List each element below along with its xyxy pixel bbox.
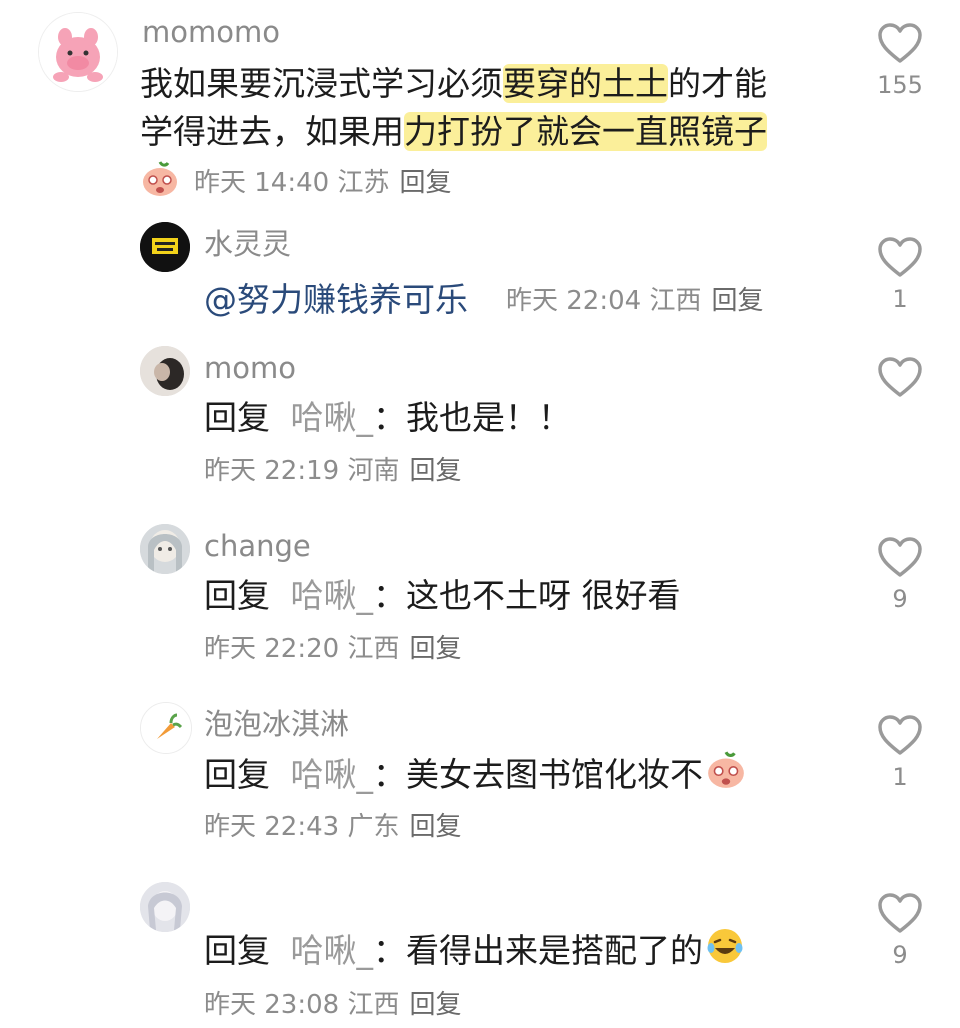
comment-time: 昨天 23:08 <box>204 990 340 1020</box>
laughing-tears-emoji-icon <box>705 926 745 979</box>
comment-location: 江西 <box>649 286 702 316</box>
avatar[interactable] <box>140 882 190 932</box>
comment-text: 的才能 <box>668 64 767 103</box>
comment-text-line-1: 我如果要沉浸式学习必须要穿的土土的才能 <box>140 60 767 108</box>
heart-outline-icon <box>878 237 922 277</box>
reply-prefix: 回复 <box>204 931 270 970</box>
like-button[interactable]: 9 <box>876 536 924 614</box>
reply-button[interactable]: 回复 <box>409 812 461 842</box>
comment-time: 昨天 22:04 <box>506 286 642 316</box>
comment-text: ：看得出来是搭配了的 <box>373 931 703 970</box>
like-count <box>876 404 924 434</box>
comment-time: 昨天 22:43 <box>204 812 340 842</box>
comment-username[interactable]: change <box>204 528 311 564</box>
comment-meta: 昨天 23:08 江西 回复 <box>204 988 462 1022</box>
reply-button[interactable]: 回复 <box>711 286 763 316</box>
reply-button[interactable]: 回复 <box>409 634 461 664</box>
anime-avatar-image <box>140 524 190 574</box>
avatar[interactable] <box>140 346 190 396</box>
comment-text-line: 回复 哈啾_：我也是！！ <box>204 394 571 442</box>
comment-username[interactable]: 泡泡冰淇淋 <box>204 706 349 742</box>
like-button[interactable]: 9 <box>876 892 924 970</box>
avatar[interactable] <box>140 222 190 272</box>
like-count: 9 <box>892 941 908 969</box>
comment-time: 昨天 22:19 <box>204 456 340 486</box>
like-count: 1 <box>892 763 908 791</box>
comment-text-line: @努力赚钱养可乐 <box>204 276 468 324</box>
comment-meta: 昨天 22:19 河南 回复 <box>204 454 462 488</box>
comment-username[interactable]: momo <box>204 350 296 386</box>
heart-outline-icon <box>878 715 922 755</box>
avatar[interactable] <box>38 12 118 92</box>
comment-location: 江西 <box>347 634 400 664</box>
comment-meta: 昨天 14:40 江苏 回复 <box>140 160 452 207</box>
reply-button[interactable]: 回复 <box>409 456 461 486</box>
reply-target-link[interactable]: 哈啾_ <box>291 398 374 437</box>
comment-time: 昨天 14:40 <box>194 168 330 198</box>
comment-location: 广东 <box>347 812 400 842</box>
reply-target-link[interactable]: 哈啾_ <box>291 755 374 794</box>
peach-face-sticker-icon <box>140 160 180 207</box>
reply-prefix: 回复 <box>204 398 270 437</box>
like-button[interactable]: 1 <box>876 236 924 314</box>
highlighted-text: 力打扮了就会一直照镜子 <box>404 112 767 151</box>
reply-button[interactable]: 回复 <box>409 990 461 1020</box>
comment-text-line-2: 学得进去，如果用力打扮了就会一直照镜子 <box>140 108 767 156</box>
reply-prefix: 回复 <box>204 576 270 615</box>
comment-text-line: 回复 哈啾_：美女去图书馆化妆不 <box>204 750 747 803</box>
anime-avatar-image <box>140 882 190 932</box>
reply-target-link[interactable]: 哈啾_ <box>291 931 374 970</box>
like-count: 9 <box>892 585 908 613</box>
comment-text: 我如果要沉浸式学习必须 <box>140 64 503 103</box>
comment-meta: 昨天 22:20 江西 回复 <box>204 632 462 666</box>
mention-link[interactable]: @努力赚钱养可乐 <box>204 280 468 319</box>
like-button[interactable] <box>876 356 924 434</box>
comment-text: ：我也是！！ <box>373 398 571 437</box>
comment-meta: 昨天 22:04 江西 回复 <box>506 284 764 318</box>
peach-face-sticker-icon <box>705 750 747 803</box>
like-button[interactable]: 155 <box>876 22 924 100</box>
reply-target-link[interactable]: 哈啾_ <box>291 576 374 615</box>
comment-text: ：这也不土呀 很好看 <box>373 576 681 615</box>
comment-time: 昨天 22:20 <box>204 634 340 664</box>
heart-outline-icon <box>878 23 922 63</box>
comment-username[interactable]: 水灵灵 <box>204 226 291 262</box>
comment-meta: 昨天 22:43 广东 回复 <box>204 810 462 844</box>
pink-creature-avatar-image <box>39 13 117 91</box>
sign-avatar-image <box>140 222 190 272</box>
avatar[interactable] <box>140 524 190 574</box>
like-count: 155 <box>877 71 923 99</box>
photo-avatar-image <box>140 346 190 396</box>
carrot-avatar-image <box>141 703 191 753</box>
comment-text-line: 回复 哈啾_：这也不土呀 很好看 <box>204 572 681 620</box>
comment-location: 江苏 <box>337 168 390 198</box>
reply-button[interactable]: 回复 <box>399 168 451 198</box>
comment-location: 河南 <box>347 456 400 486</box>
comment-location: 江西 <box>347 990 400 1020</box>
highlighted-text: 要穿的土土 <box>503 64 668 103</box>
avatar[interactable] <box>140 702 192 754</box>
comment-text-line: 回复 哈啾_：看得出来是搭配了的 <box>204 926 745 979</box>
like-button[interactable]: 1 <box>876 714 924 792</box>
reply-prefix: 回复 <box>204 755 270 794</box>
comment-username[interactable]: momomo <box>142 14 280 50</box>
heart-outline-icon <box>878 893 922 933</box>
like-count: 1 <box>892 285 908 313</box>
comment-text: ：美女去图书馆化妆不 <box>373 755 703 794</box>
heart-outline-icon <box>878 537 922 577</box>
comment-text: 学得进去，如果用 <box>140 112 404 151</box>
heart-outline-icon <box>878 357 922 397</box>
